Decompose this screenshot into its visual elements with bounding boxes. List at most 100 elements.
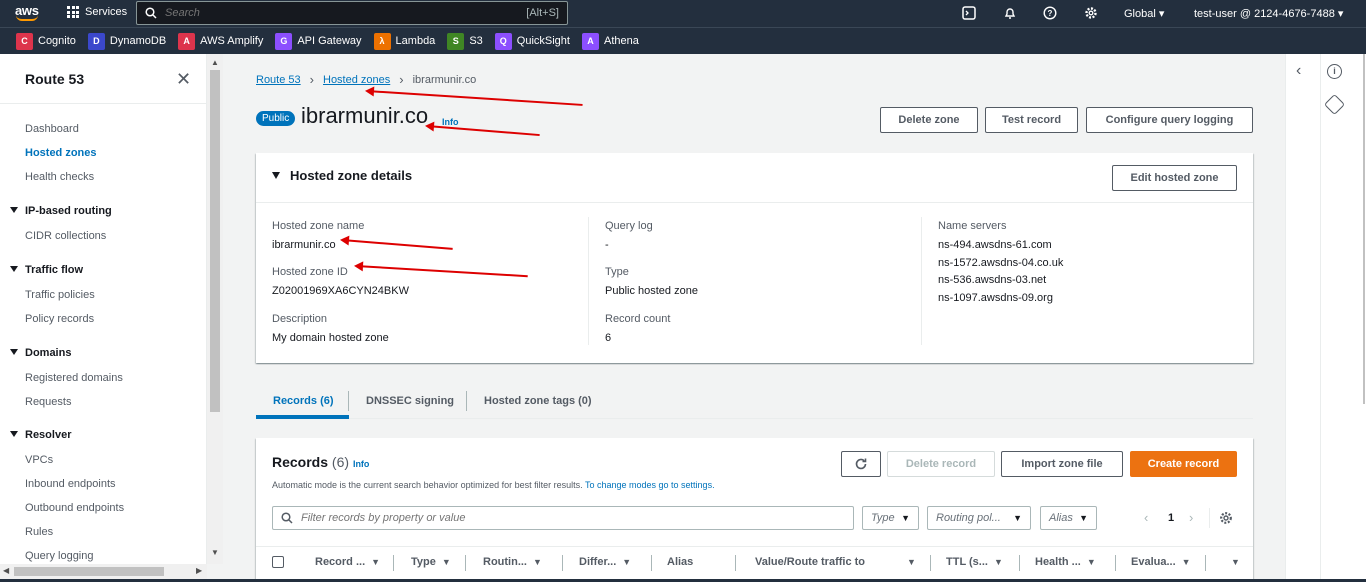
sidebar-item-requests[interactable]: Requests (25, 396, 71, 408)
routing-policy-select[interactable]: Routing pol... ▼ (927, 506, 1031, 530)
caret-down-icon (10, 207, 18, 213)
caret-down-icon (10, 431, 18, 437)
records-description-text: Automatic mode is the current search beh… (272, 480, 583, 490)
sidebar-item-registered-domains[interactable]: Registered domains (25, 372, 123, 384)
filter-input[interactable] (301, 512, 821, 524)
s3-icon: S (447, 32, 465, 50)
favorite-label: AWS Amplify (200, 35, 264, 47)
column-value[interactable]: Value/Route traffic to ▼ (755, 556, 916, 568)
sidebar-item-traffic-policies[interactable]: Traffic policies (25, 289, 95, 301)
sidebar-item-hosted-zones[interactable]: Hosted zones (25, 147, 97, 159)
favorite-s3[interactable]: S S3 (447, 32, 483, 50)
column-separator (465, 555, 466, 571)
region-selector[interactable]: Global ▾ (1124, 7, 1164, 20)
test-record-button[interactable]: Test record (985, 107, 1078, 133)
tab-dnssec-signing[interactable]: DNSSEC signing (366, 395, 454, 407)
help-icon[interactable]: ? (1042, 6, 1057, 21)
chevron-left-icon[interactable]: ‹ (1296, 62, 1301, 80)
settings-gear-icon[interactable] (1219, 511, 1233, 528)
sidebar-h-scrollbar[interactable]: ◀ ▶ (0, 564, 207, 579)
search-input[interactable] (165, 7, 527, 19)
column-ttl[interactable]: TTL (s... ▼ (946, 556, 1003, 568)
sidebar-item-vpcs[interactable]: VPCs (25, 454, 53, 466)
favorite-lambda[interactable]: λ Lambda (373, 32, 435, 50)
services-menu[interactable]: Services (67, 6, 127, 18)
global-search[interactable]: [Alt+S] (136, 1, 568, 25)
sidebar-section-domains[interactable]: Domains (10, 347, 71, 359)
sidebar-item-cidr-collections[interactable]: CIDR collections (25, 230, 106, 242)
bell-icon[interactable] (1002, 6, 1017, 21)
favorite-dynamodb[interactable]: D DynamoDB (87, 32, 166, 50)
favorite-quicksight[interactable]: Q QuickSight (494, 32, 570, 50)
scrollbar-thumb[interactable] (210, 70, 220, 412)
favorite-label: S3 (469, 35, 483, 47)
refresh-button[interactable] (841, 451, 881, 477)
page-number[interactable]: 1 (1168, 512, 1174, 524)
column-health-check[interactable]: Health ... ▼ (1035, 556, 1096, 568)
athena-icon: A (581, 32, 599, 50)
delete-zone-button[interactable]: Delete zone (880, 107, 978, 133)
configure-query-logging-button[interactable]: Configure query logging (1086, 107, 1253, 133)
column-type[interactable]: Type ▼ (411, 556, 451, 568)
sidebar-scrollbar[interactable]: ▲ ▼ (207, 54, 223, 564)
type-select[interactable]: Type ▼ (862, 506, 919, 530)
column-more[interactable]: ▼ (1225, 556, 1240, 568)
info-link[interactable]: Info (353, 459, 370, 469)
caret-down-icon: ▼ (533, 557, 542, 567)
tab-hosted-zone-tags[interactable]: Hosted zone tags (0) (484, 395, 592, 407)
edit-hosted-zone-button[interactable]: Edit hosted zone (1112, 165, 1237, 191)
sidebar-item-rules[interactable]: Rules (25, 526, 53, 538)
alias-select[interactable]: Alias ▼ (1040, 506, 1097, 530)
favorite-aws-amplify[interactable]: A AWS Amplify (178, 32, 264, 50)
previous-page-icon[interactable]: ‹ (1144, 510, 1148, 525)
sidebar-section-traffic-flow[interactable]: Traffic flow (10, 264, 83, 276)
column-alias[interactable]: Alias (667, 556, 693, 568)
details-toggle[interactable]: Hosted zone details (272, 168, 412, 183)
sidebar-item-policy-records[interactable]: Policy records (25, 313, 94, 325)
scroll-down-icon[interactable]: ▼ (211, 548, 219, 557)
column-differentiator[interactable]: Differ... ▼ (579, 556, 631, 568)
column-routing-policy[interactable]: Routin... ▼ (483, 556, 542, 568)
h-scrollbar-thumb[interactable] (14, 567, 164, 576)
favorite-cognito[interactable]: C Cognito (16, 32, 76, 50)
column-evaluate-health[interactable]: Evalua... ▼ (1131, 556, 1191, 568)
sidebar-item-dashboard[interactable]: Dashboard (25, 123, 79, 135)
scrollbar-thumb[interactable] (1363, 54, 1365, 404)
column-record-name[interactable]: Record ... ▼ (315, 556, 380, 568)
cognito-icon: C (16, 32, 33, 50)
delete-record-button[interactable]: Delete record (887, 451, 995, 477)
query-log-value: - (605, 239, 609, 251)
tab-records[interactable]: Records (6) (273, 395, 334, 407)
scroll-left-icon[interactable]: ◀ (3, 566, 9, 575)
create-record-button[interactable]: Create record (1130, 451, 1237, 477)
sidebar-item-query-logging[interactable]: Query logging (25, 550, 94, 562)
sidebar-section-resolver[interactable]: Resolver (10, 429, 71, 441)
account-menu[interactable]: test-user @ 2124-4676-7488 ▾ (1194, 7, 1343, 20)
breadcrumb-route53[interactable]: Route 53 (256, 74, 301, 86)
import-zone-file-button[interactable]: Import zone file (1001, 451, 1123, 477)
aws-logo-smile (16, 15, 38, 21)
scroll-right-icon[interactable]: ▶ (196, 566, 202, 575)
breadcrumb-hosted-zones[interactable]: Hosted zones (323, 74, 390, 86)
gear-icon[interactable] (1083, 6, 1098, 21)
shield-icon[interactable] (1323, 93, 1346, 116)
info-icon[interactable]: i (1327, 64, 1342, 79)
records-description: Automatic mode is the current search beh… (272, 480, 715, 490)
filter-records[interactable] (272, 506, 854, 530)
next-page-icon[interactable]: › (1189, 510, 1193, 525)
sidebar-section-ip-routing[interactable]: IP-based routing (10, 205, 112, 217)
caret-down-icon (272, 172, 280, 179)
sidebar-item-outbound-endpoints[interactable]: Outbound endpoints (25, 502, 124, 514)
favorite-athena[interactable]: A Athena (581, 32, 639, 50)
column-label: Value/Route traffic to (755, 556, 866, 568)
pager-divider (1209, 508, 1210, 528)
change-mode-link[interactable]: To change modes go to settings. (585, 480, 715, 490)
favorite-api-gateway[interactable]: G API Gateway (275, 32, 362, 50)
cloudshell-icon[interactable] (961, 6, 976, 21)
page-scrollbar[interactable] (1352, 54, 1366, 579)
scroll-up-icon[interactable]: ▲ (211, 58, 219, 67)
select-all-checkbox[interactable] (272, 556, 284, 568)
sidebar-item-health-checks[interactable]: Health checks (25, 171, 94, 183)
sidebar-item-inbound-endpoints[interactable]: Inbound endpoints (25, 478, 116, 490)
close-icon[interactable]: ✕ (176, 69, 191, 90)
